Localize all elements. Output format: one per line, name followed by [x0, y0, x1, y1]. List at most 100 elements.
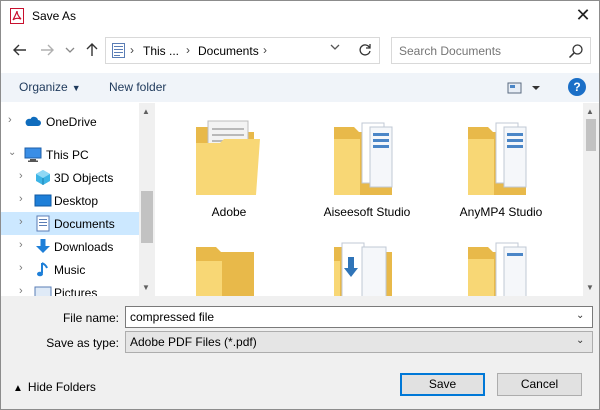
folder-name: AnyMP4 Studio	[459, 205, 543, 219]
chevron-right-icon[interactable]: ›	[19, 285, 23, 296]
close-button[interactable]: ✕	[571, 4, 595, 28]
cancel-button[interactable]: Cancel	[497, 373, 582, 396]
chevron-right-icon[interactable]: ›	[19, 193, 23, 205]
organize-label: Organize	[19, 80, 68, 94]
save-button[interactable]: Save	[400, 373, 485, 396]
breadcrumb-separator: ›	[263, 43, 267, 57]
pictures-icon	[34, 286, 52, 296]
chevron-right-icon[interactable]: ›	[19, 239, 23, 251]
chevron-right-icon[interactable]: ›	[19, 262, 23, 274]
folder-name: Aiseesoft Studio	[323, 205, 411, 219]
music-icon	[37, 262, 48, 277]
folder-item[interactable]	[164, 223, 294, 296]
folder-name: Adobe	[211, 205, 247, 219]
title-bar: Save As ✕	[1, 1, 599, 31]
tree-item-3d-objects[interactable]: › 3D Objects	[1, 166, 139, 189]
folder-icon	[196, 247, 254, 296]
organize-menu[interactable]: Organize ▼	[19, 80, 81, 94]
breadcrumb-documents[interactable]: Documents	[198, 44, 259, 58]
breadcrumb-separator: ›	[130, 43, 134, 57]
tree-item-onedrive[interactable]: › OneDrive	[1, 110, 139, 133]
acrobat-icon	[10, 8, 24, 24]
search-icon[interactable]	[568, 43, 584, 59]
folder-item-anymp4-studio[interactable]: AnyMP4 Studio	[436, 103, 566, 223]
navigation-pane: › OneDrive ⌄ This PC › 3D Objects › Desk…	[1, 103, 155, 296]
folder-icon	[196, 120, 260, 195]
file-list: Adobe Aiseesoft Studio AnyMP4 Studio	[156, 103, 583, 296]
navigation-pane-scrollbar[interactable]: ▲ ▼	[139, 103, 155, 296]
arrow-left-icon	[13, 44, 26, 56]
tree-item-documents[interactable]: › Documents	[1, 212, 139, 235]
chevron-down-icon[interactable]: ⌄	[576, 335, 584, 346]
computer-icon	[24, 147, 42, 162]
documents-icon	[112, 43, 125, 58]
tree-item-pictures[interactable]: › Pictures	[1, 281, 139, 296]
forward-button[interactable]	[38, 40, 56, 60]
window-title: Save As	[32, 9, 77, 23]
cube-icon	[36, 170, 50, 185]
chevron-right-icon[interactable]: ›	[8, 114, 12, 126]
tree-item-label: Documents	[54, 217, 115, 231]
breadcrumb-this-pc[interactable]: This ...	[143, 44, 179, 58]
scroll-down-icon[interactable]: ▼	[586, 283, 594, 292]
hide-folders-label: Hide Folders	[27, 380, 96, 394]
refresh-icon	[359, 44, 371, 56]
folder-icon	[468, 242, 527, 296]
tree-item-downloads[interactable]: › Downloads	[1, 235, 139, 258]
tree-item-desktop[interactable]: › Desktop	[1, 189, 139, 212]
tree-item-label: 3D Objects	[54, 171, 114, 185]
save-as-type-value: Adobe PDF Files (*.pdf)	[130, 335, 257, 349]
save-as-dialog: Save As ✕ › This ... › Documents › Searc…	[0, 0, 600, 410]
scroll-down-icon[interactable]: ▼	[142, 283, 150, 292]
scrollbar-thumb[interactable]	[141, 191, 153, 243]
file-name-label: File name:	[62, 311, 119, 325]
refresh-button[interactable]	[351, 37, 379, 64]
back-button[interactable]	[11, 40, 29, 60]
tree-item-label: Desktop	[54, 194, 99, 208]
folder-icon	[468, 122, 527, 195]
tree-item-label: Music	[54, 263, 86, 277]
chevron-down-icon	[330, 44, 340, 50]
search-input[interactable]	[392, 38, 562, 63]
chevron-right-icon[interactable]: ›	[19, 216, 23, 228]
help-button[interactable]: ?	[568, 78, 586, 96]
folder-item[interactable]	[436, 223, 566, 296]
folder-item[interactable]	[302, 223, 432, 296]
chevron-down-icon	[65, 47, 75, 53]
file-list-scrollbar[interactable]: ▲ ▼	[583, 103, 599, 296]
scroll-up-icon[interactable]: ▲	[142, 107, 150, 116]
address-dropdown-button[interactable]	[326, 37, 344, 62]
chevron-down-icon[interactable]: ⌄	[8, 147, 16, 158]
chevron-right-icon[interactable]: ›	[19, 170, 23, 182]
hide-folders-toggle[interactable]: ▲ Hide Folders	[13, 380, 96, 394]
tree-item-label: Pictures	[54, 286, 98, 296]
scrollbar-thumb[interactable]	[586, 119, 596, 151]
save-as-type-select[interactable]: Adobe PDF Files (*.pdf) ⌄	[125, 331, 593, 353]
file-name-field[interactable]	[126, 307, 566, 327]
tree-item-label: This PC	[46, 148, 89, 162]
tree-item-music[interactable]: › Music	[1, 258, 139, 281]
caret-down-icon: ▼	[71, 83, 81, 93]
folder-item-aiseesoft-studio[interactable]: Aiseesoft Studio	[302, 103, 432, 223]
tree-item-this-pc[interactable]: ⌄ This PC	[1, 143, 139, 166]
recent-locations-button[interactable]	[64, 40, 76, 60]
search-box[interactable]	[391, 37, 591, 64]
save-options-panel: File name: ⌄ Save as type: Adobe PDF Fil…	[1, 296, 599, 409]
change-view-button[interactable]	[506, 79, 546, 97]
up-button[interactable]	[83, 40, 101, 60]
save-as-type-label: Save as type:	[46, 336, 119, 350]
folder-item-adobe[interactable]: Adobe	[164, 103, 294, 223]
navigation-bar: › This ... › Documents ›	[1, 32, 599, 70]
command-bar: Organize ▼ New folder ?	[1, 73, 599, 102]
scroll-up-icon[interactable]: ▲	[586, 107, 594, 116]
arrow-up-icon	[86, 43, 98, 56]
file-name-combobox[interactable]: ⌄	[125, 306, 593, 328]
chevron-down-icon[interactable]: ⌄	[576, 310, 584, 321]
arrow-right-icon	[41, 44, 54, 56]
breadcrumb-separator: ›	[186, 43, 190, 57]
folder-icon	[334, 242, 392, 296]
new-folder-button[interactable]: New folder	[109, 80, 166, 94]
chevron-up-icon: ▲	[13, 383, 23, 394]
view-options-icon	[507, 82, 540, 94]
cloud-icon	[25, 116, 41, 126]
